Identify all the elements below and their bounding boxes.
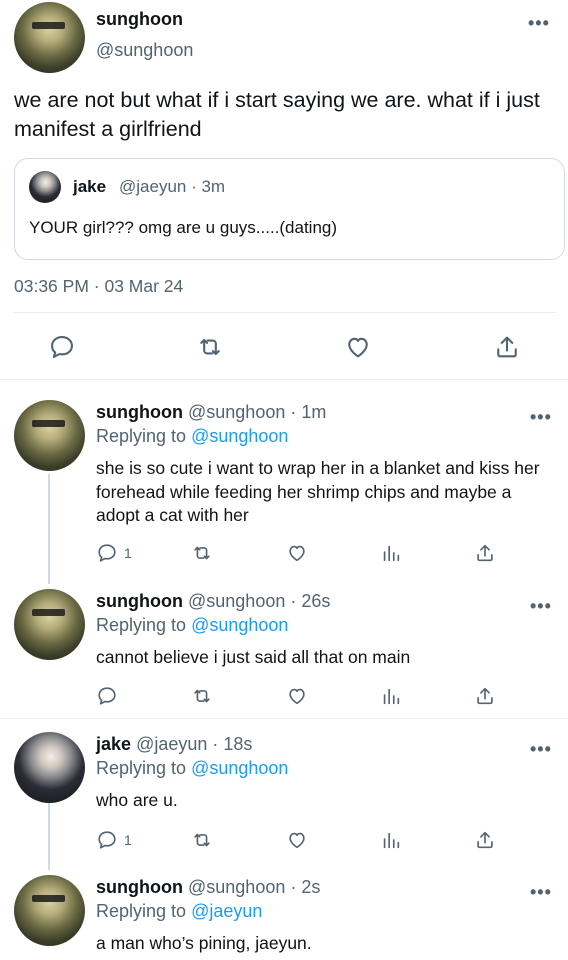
quoted-tweet[interactable]: jake @jaeyun · 3m YOUR girl??? omg are u… (14, 158, 565, 260)
retweet-icon[interactable] (196, 333, 224, 361)
more-options-icon[interactable]: ••• (530, 740, 552, 758)
author-name[interactable]: sunghoon (96, 877, 183, 897)
tweet-text: we are not but what if i start saying we… (14, 88, 540, 141)
reply-tweet[interactable]: jake @jaeyun · 18s ••• Replying to @sung… (0, 732, 568, 862)
quoted-author-handle: @jaeyun · 3m (119, 177, 226, 196)
author-name[interactable]: sunghoon (96, 591, 183, 611)
mention-link[interactable]: @sunghoon (191, 615, 288, 635)
more-options-icon[interactable]: ••• (530, 883, 552, 901)
author-name[interactable]: sunghoon (96, 9, 183, 30)
author-handle-time[interactable]: @sunghoon · 2s (188, 877, 320, 897)
replying-to-label: Replying to (96, 426, 187, 446)
reply-icon[interactable] (96, 829, 118, 851)
reply-header: jake @jaeyun · 18s (96, 734, 252, 755)
analytics-icon[interactable] (380, 542, 402, 564)
author-handle-time[interactable]: @sunghoon · 26s (188, 591, 330, 611)
mention-link[interactable]: @sunghoon (191, 426, 288, 446)
like-icon[interactable] (286, 685, 308, 707)
replying-to-label: Replying to (96, 615, 187, 635)
share-icon[interactable] (474, 829, 496, 851)
reply-header: sunghoon @sunghoon · 1m (96, 402, 326, 423)
reply-tweet[interactable]: sunghoon @sunghoon · 2s ••• Replying to … (0, 875, 568, 960)
reply-header: sunghoon @sunghoon · 2s (96, 877, 320, 898)
divider (14, 312, 556, 313)
replying-to: Replying to @sunghoon (96, 758, 288, 779)
mention-link[interactable]: @jaeyun (191, 901, 262, 921)
retweet-icon[interactable] (191, 685, 213, 707)
replying-to-label: Replying to (96, 901, 187, 921)
reply-count: 1 (124, 832, 132, 848)
analytics-icon[interactable] (380, 685, 402, 707)
share-icon[interactable] (474, 542, 496, 564)
reply-text: cannot believe i just said all that on m… (96, 647, 411, 667)
reply-count: 1 (124, 545, 132, 561)
avatar (29, 171, 61, 203)
avatar[interactable] (14, 875, 85, 946)
quoted-tweet-text: YOUR girl??? omg are u guys.....(dating) (29, 218, 338, 237)
mention-link[interactable]: @sunghoon (191, 758, 288, 778)
avatar[interactable] (14, 2, 85, 73)
avatar[interactable] (14, 589, 85, 660)
analytics-icon[interactable] (380, 829, 402, 851)
more-options-icon[interactable]: ••• (530, 597, 552, 615)
reply-icon[interactable] (96, 685, 118, 707)
replying-to-label: Replying to (96, 758, 187, 778)
avatar[interactable] (14, 400, 85, 471)
share-icon[interactable] (493, 333, 521, 361)
more-options-icon[interactable]: ••• (528, 14, 550, 32)
reply-tweet[interactable]: sunghoon @sunghoon · 26s ••• Replying to… (0, 589, 568, 714)
like-icon[interactable] (286, 829, 308, 851)
divider (0, 718, 568, 719)
avatar[interactable] (14, 732, 85, 803)
more-options-icon[interactable]: ••• (530, 408, 552, 426)
reply-header: sunghoon @sunghoon · 26s (96, 591, 330, 612)
quoted-author-name: jake (73, 177, 107, 196)
replying-to: Replying to @jaeyun (96, 901, 262, 922)
tweet-timestamp[interactable]: 03:36 PM · 03 Mar 24 (14, 276, 183, 297)
reply-text: a man who’s pining, jaeyun. (96, 933, 312, 953)
author-name[interactable]: sunghoon (96, 402, 183, 422)
main-tweet: sunghoon @sunghoon ••• we are not but wh… (0, 0, 568, 380)
author-handle-time[interactable]: @jaeyun · 18s (136, 734, 252, 754)
reply-tweet[interactable]: sunghoon @sunghoon · 1m ••• Replying to … (0, 400, 568, 580)
reply-text: who are u. (96, 790, 178, 810)
retweet-icon[interactable] (191, 829, 213, 851)
reply-icon[interactable] (96, 542, 118, 564)
replying-to: Replying to @sunghoon (96, 615, 288, 636)
author-handle-time[interactable]: @sunghoon · 1m (188, 402, 326, 422)
retweet-icon[interactable] (191, 542, 213, 564)
replying-to: Replying to @sunghoon (96, 426, 288, 447)
divider (0, 379, 568, 380)
like-icon[interactable] (344, 333, 372, 361)
reply-text: she is so cute i want to wrap her in a b… (96, 458, 540, 525)
share-icon[interactable] (474, 685, 496, 707)
reply-icon[interactable] (48, 333, 76, 361)
like-icon[interactable] (286, 542, 308, 564)
author-name[interactable]: jake (96, 734, 131, 754)
author-handle[interactable]: @sunghoon (96, 40, 193, 61)
